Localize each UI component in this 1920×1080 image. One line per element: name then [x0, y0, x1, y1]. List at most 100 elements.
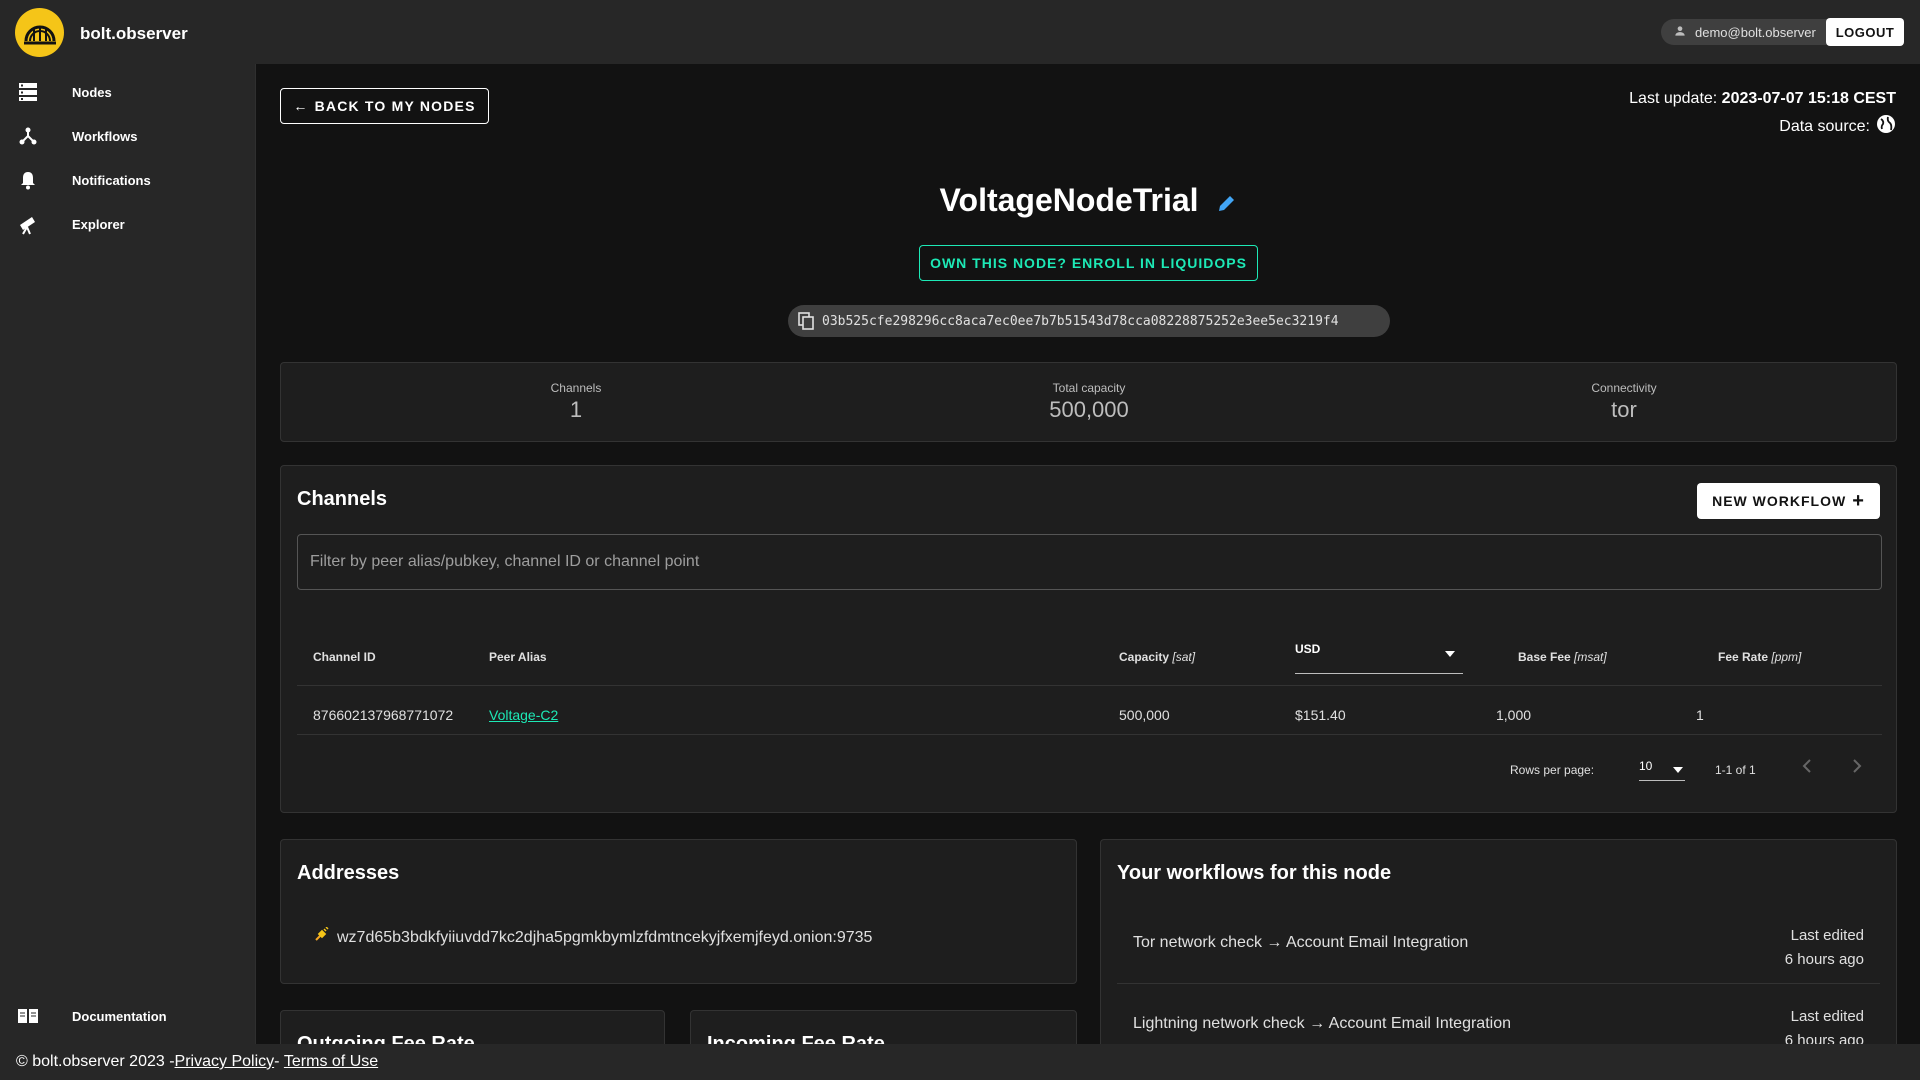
- workflows-icon: [16, 124, 40, 148]
- workflows-title: Your workflows for this node: [1117, 862, 1392, 884]
- stat-label: Channels: [550, 381, 602, 395]
- address-item[interactable]: wz7d65b3bdkfyiiuvdd7kc2djha5pgmkbymlzfdm…: [313, 926, 873, 948]
- stat-label: Connectivity: [1591, 381, 1657, 395]
- sidebar-item-nodes[interactable]: Nodes: [0, 70, 256, 114]
- header-label: Peer Alias: [489, 650, 547, 664]
- header-fee-rate[interactable]: Fee Rate [ppm]: [1718, 650, 1801, 664]
- privacy-policy-link[interactable]: Privacy Policy: [175, 1053, 275, 1071]
- next-page-icon[interactable]: [1851, 758, 1863, 777]
- plus-icon: +: [1852, 490, 1865, 512]
- rows-per-page-select[interactable]: 10: [1639, 759, 1685, 781]
- incoming-fee-rate-panel: Incoming Fee Rate: [690, 1010, 1077, 1044]
- workflow-name: Lightning network check → Account Email …: [1133, 1015, 1511, 1032]
- globe-icon[interactable]: [1876, 114, 1896, 139]
- plug-icon: [313, 926, 329, 948]
- cell-channel-id: 876602137968771072: [313, 707, 454, 723]
- last-update-prefix: Last update:: [1629, 90, 1722, 107]
- stat-channels: Channels 1: [476, 381, 676, 423]
- user-chip[interactable]: demo@bolt.observer: [1661, 19, 1852, 45]
- data-source: Data source:: [1779, 114, 1896, 139]
- node-title: VoltageNodeTrial: [257, 182, 1920, 221]
- edited-label: Last edited: [1790, 927, 1864, 944]
- sidebar-item-workflows[interactable]: Workflows: [0, 114, 256, 158]
- new-workflow-button[interactable]: NEW WORKFLOW +: [1697, 483, 1880, 519]
- workflows-panel: Your workflows for this node Tor network…: [1100, 839, 1897, 1044]
- edited-value: 6 hours ago: [1784, 1032, 1864, 1044]
- sidebar-item-label: Explorer: [72, 216, 125, 232]
- chevron-down-icon: [1445, 646, 1455, 660]
- node-stats: Channels 1 Total capacity 500,000 Connec…: [280, 362, 1897, 442]
- logout-button[interactable]: LOGOUT: [1826, 18, 1904, 46]
- header-unit: [msat]: [1574, 650, 1607, 664]
- header-label: Base Fee: [1518, 650, 1571, 664]
- pagination-range: 1-1 of 1: [1715, 763, 1756, 777]
- sidebar-item-label: Nodes: [72, 84, 112, 100]
- stat-total-capacity: Total capacity 500,000: [989, 381, 1189, 423]
- outgoing-fee-rate-panel: Outgoing Fee Rate: [280, 1010, 665, 1044]
- nodes-icon: [16, 80, 40, 104]
- prev-page-icon[interactable]: [1801, 758, 1813, 777]
- copy-icon[interactable]: [798, 312, 814, 330]
- chevron-down-icon: [1673, 762, 1683, 776]
- sidebar: Nodes Workflows Notifications Explorer D…: [0, 64, 256, 1044]
- node-pubkey-chip[interactable]: 03b525cfe298296cc8aca7ec0ee7b7b51543d78c…: [788, 305, 1390, 337]
- node-name: VoltageNodeTrial: [939, 182, 1199, 218]
- workflow-item[interactable]: Lightning network check → Account Email …: [1117, 985, 1880, 1044]
- outgoing-fee-title: Outgoing Fee Rate: [297, 1033, 475, 1044]
- sidebar-item-label: Notifications: [72, 172, 151, 188]
- pubkey-text: 03b525cfe298296cc8aca7ec0ee7b7b51543d78c…: [822, 313, 1339, 329]
- sidebar-item-notifications[interactable]: Notifications: [0, 158, 256, 202]
- header-peer-alias[interactable]: Peer Alias: [489, 650, 547, 664]
- incoming-fee-title: Incoming Fee Rate: [707, 1033, 885, 1044]
- stat-value: 1: [569, 397, 583, 422]
- header-channel-id[interactable]: Channel ID: [313, 650, 376, 664]
- brand-name: bolt.observer: [80, 24, 188, 43]
- stat-value: tor: [1611, 397, 1637, 422]
- sidebar-item-label: Documentation: [72, 1008, 167, 1024]
- cell-base-fee: 1,000: [1496, 707, 1532, 723]
- header-capacity[interactable]: Capacity [sat]: [1119, 650, 1195, 664]
- top-bar: bolt.observer demo@bolt.observer LOGOUT: [0, 0, 1920, 64]
- edited-label: Last edited: [1790, 1008, 1864, 1025]
- rows-per-page-value: 10: [1639, 759, 1653, 773]
- terms-of-use-link[interactable]: Terms of Use: [284, 1053, 378, 1071]
- cell-usd: $151.40: [1295, 707, 1346, 723]
- cell-peer-alias: Voltage-C2: [489, 707, 558, 723]
- divider: [297, 734, 1882, 735]
- back-to-my-nodes-button[interactable]: ← BACK TO MY NODES: [280, 88, 489, 124]
- main-content: ← BACK TO MY NODES Last update: 2023-07-…: [257, 64, 1920, 1044]
- header-base-fee[interactable]: Base Fee [msat]: [1518, 650, 1607, 664]
- data-source-label: Data source:: [1779, 117, 1870, 135]
- sidebar-item-documentation[interactable]: Documentation: [0, 994, 256, 1038]
- telescope-icon: [16, 212, 40, 236]
- sidebar-item-explorer[interactable]: Explorer: [0, 202, 256, 246]
- cell-fee-rate: 1: [1696, 707, 1704, 723]
- bolt-observer-logo[interactable]: [15, 8, 64, 57]
- workflow-item[interactable]: Tor network check → Account Email Integr…: [1117, 904, 1880, 984]
- user-email: demo@bolt.observer: [1695, 24, 1816, 40]
- header-unit: [sat]: [1172, 650, 1196, 664]
- workflow-name: Tor network check → Account Email Integr…: [1133, 934, 1469, 951]
- divider: [1117, 983, 1880, 984]
- channels-title: Channels: [297, 488, 388, 510]
- currency-select[interactable]: USD: [1295, 642, 1463, 674]
- back-label: BACK TO MY NODES: [314, 98, 476, 114]
- stat-connectivity: Connectivity tor: [1524, 381, 1724, 423]
- channel-filter-input[interactable]: [297, 534, 1882, 590]
- header-label: Fee Rate: [1718, 650, 1769, 664]
- workflow-edited: Last edited 6 hours ago: [1785, 1005, 1864, 1044]
- address-text: wz7d65b3bdkfyiiuvdd7kc2djha5pgmkbymlzfdm…: [337, 928, 873, 946]
- bell-icon: [16, 168, 40, 192]
- peer-alias-link[interactable]: Voltage-C2: [489, 707, 558, 723]
- currency-value: USD: [1295, 642, 1321, 656]
- header-label: Channel ID: [313, 650, 376, 664]
- edit-pencil-icon[interactable]: [1217, 184, 1237, 221]
- addresses-title: Addresses: [297, 862, 400, 884]
- edited-value: 6 hours ago: [1784, 951, 1864, 968]
- book-icon: [16, 1004, 40, 1028]
- header-label: Capacity: [1119, 650, 1170, 664]
- enroll-liquidops-button[interactable]: OWN THIS NODE? ENROLL IN LIQUIDOPS: [919, 245, 1258, 281]
- copyright-text: © bolt.observer 2023 -: [16, 1053, 175, 1070]
- addresses-panel: Addresses wz7d65b3bdkfyiiuvdd7kc2djha5pg…: [280, 839, 1077, 984]
- cell-capacity: 500,000: [1119, 707, 1170, 723]
